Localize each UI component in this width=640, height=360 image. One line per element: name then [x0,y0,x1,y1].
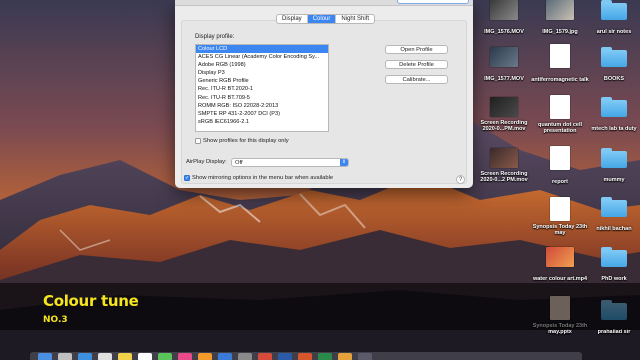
help-button[interactable]: ? [456,175,465,184]
folder-icon [601,0,627,20]
profile-item[interactable]: ACES CG Linear (Academy Color Encoding S… [196,53,328,61]
desktop-icon[interactable]: report [530,146,590,188]
show-profiles-checkbox[interactable] [195,138,201,144]
desktop-icon[interactable]: mummy [584,148,640,186]
chrome-icon[interactable] [338,353,352,360]
desktop-icon[interactable]: IMG_1579.jpg [530,0,590,38]
tab-display[interactable]: Display [277,15,308,23]
video-thumbnail [490,97,518,117]
mirroring-checkbox[interactable]: ✓ [184,175,190,181]
desktop-icon[interactable]: nikhil bachan [584,197,640,235]
books-icon[interactable] [198,353,212,360]
show-profiles-label: Show profiles for this display only [203,138,289,144]
desktop-icon[interactable]: Screen Recording 2020-0...PM.mov [474,97,534,135]
profile-item[interactable]: Generic RGB Profile [196,77,328,85]
tab-night-shift[interactable]: Night Shift [336,15,374,23]
airplay-value: Off [235,160,243,166]
desktop-icon[interactable]: water colour art.mp4 [530,247,590,285]
display-profile-label: Display profile: [195,34,235,40]
powerpoint-icon[interactable] [298,353,312,360]
messages-icon[interactable] [158,353,172,360]
app-store-icon[interactable] [218,353,232,360]
desktop-icon[interactable]: arul sir notes [584,0,640,38]
video-thumbnail [490,0,518,20]
caption-subtitle: NO.3 [43,315,68,325]
folder-icon [601,197,627,217]
profile-item[interactable]: ROMM RGB: ISO 22028-2:2013 [196,102,328,110]
photos-icon[interactable] [178,353,192,360]
folder-icon [601,148,627,168]
desktop-icon[interactable]: PhD work [584,247,640,285]
profile-item[interactable]: Colour LCD [196,45,328,54]
select-arrows-icon: ⇕ [340,159,348,166]
launchpad-icon[interactable] [58,353,72,360]
image-thumbnail [546,0,574,20]
profile-item[interactable]: Rec. ITU-R BT.709-5 [196,94,328,102]
dock [30,352,582,360]
system-preferences-icon[interactable] [238,353,252,360]
profile-item[interactable]: sRGB IEC61966-2.1 [196,118,328,126]
document-icon [550,44,570,68]
music-icon[interactable] [258,353,272,360]
video-thumbnail [490,47,518,67]
airplay-label: AirPlay Display: [186,159,227,165]
excel-icon[interactable] [318,353,332,360]
video-thumbnail [546,247,574,267]
folder-icon [601,47,627,67]
tab-colour[interactable]: Colour [307,15,337,23]
desktop-icon[interactable]: IMG_1577.MOV [474,47,534,85]
desktop-icon[interactable]: BOOKS [584,47,640,85]
document-icon [550,95,570,119]
calendar-icon[interactable] [138,353,152,360]
calibrate-button[interactable]: Calibrate... [385,75,448,84]
desktop-icon[interactable]: quantum dot cell presentation [530,95,590,137]
mirroring-label: Show mirroring options in the menu bar w… [192,175,334,181]
notes-icon[interactable] [118,353,132,360]
document-icon [550,146,570,170]
profile-item[interactable]: Display P3 [196,69,328,77]
desktop-icon[interactable]: IMG_1576.MOV [474,0,534,38]
folder-icon [601,97,627,117]
tab-bar: Display Colour Night Shift [276,14,376,24]
finder-icon[interactable] [38,353,52,360]
trash-icon[interactable] [358,353,372,360]
mail-icon[interactable] [98,353,112,360]
open-profile-button[interactable]: Open Profile [385,45,448,54]
safari-icon[interactable] [78,353,92,360]
search-field[interactable] [397,0,469,4]
profile-item[interactable]: SMPTE RP 431-2-2007 DCI (P3) [196,110,328,118]
desktop-icon[interactable]: Screen Recording 2020-0...2 PM.mov [474,148,534,186]
folder-icon [601,247,627,267]
profile-item[interactable]: Adobe RGB (1998) [196,61,328,69]
profile-list[interactable]: Colour LCD ACES CG Linear (Academy Color… [195,44,329,132]
delete-profile-button[interactable]: Delete Profile [385,60,448,69]
desktop-icon[interactable]: mtech lab ta duty [584,97,640,135]
airplay-select[interactable]: Off ⇕ [231,158,349,167]
video-thumbnail [490,148,518,168]
caption-title: Colour tune [43,292,139,310]
profile-item[interactable]: Rec. ITU-R BT.2020-1 [196,85,328,93]
desktop-icon[interactable]: Synopsis Today 23th may [530,197,590,239]
desktop-icon[interactable]: antiferromagnetic talk [530,44,590,86]
document-icon [550,197,570,221]
word-icon[interactable] [278,353,292,360]
